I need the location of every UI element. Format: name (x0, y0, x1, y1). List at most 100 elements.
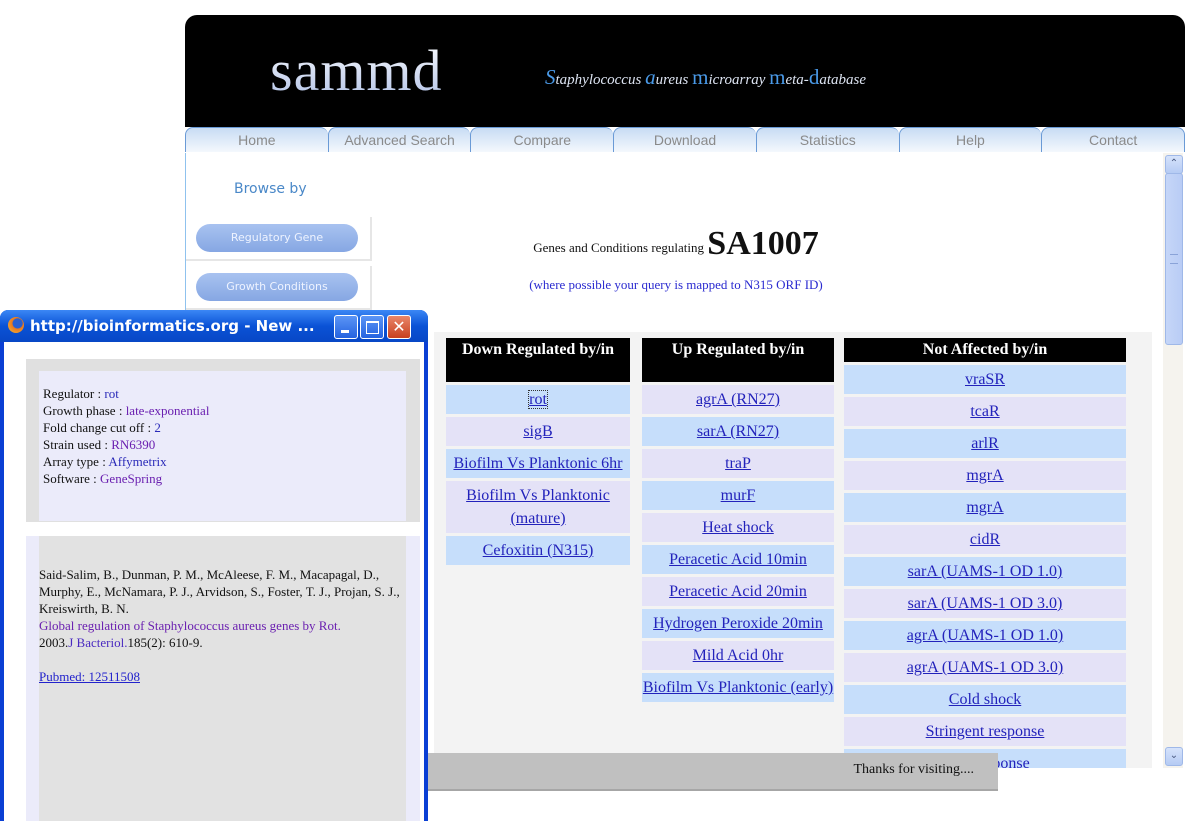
detail-fold-change: Fold change cut off : 2 (43, 419, 406, 436)
down-regulated-link[interactable]: sigB (523, 423, 552, 440)
up-regulated-link[interactable]: murF (721, 487, 756, 504)
down-regulated-link[interactable]: Biofilm Vs Planktonic (mature) (466, 487, 610, 527)
tagline-word: ureus (655, 72, 693, 88)
not-affected-link[interactable]: sarA (UAMS-1 OD 1.0) (908, 563, 1063, 580)
scroll-up-button[interactable]: ⌃ (1165, 155, 1183, 174)
not-affected-header: Not Affected by/in (844, 338, 1126, 362)
table-row: agrA (RN27) (642, 385, 834, 414)
reference-volume: 185(2): 610-9. (127, 635, 203, 650)
up-regulated-link[interactable]: traP (725, 455, 751, 472)
tab-compare[interactable]: Compare (470, 127, 614, 152)
popup-titlebar[interactable]: http://bioinformatics.org - New ... ✕ (0, 310, 428, 342)
not-affected-link[interactable]: mgrA (966, 467, 1003, 484)
close-button[interactable]: ✕ (387, 315, 411, 339)
not-affected-link[interactable]: sarA (UAMS-1 OD 3.0) (908, 595, 1063, 612)
experiment-details: Regulator : rot Growth phase : late-expo… (39, 371, 406, 521)
table-row: mgrA (844, 493, 1126, 522)
scroll-down-button[interactable]: ⌄ (1165, 747, 1183, 766)
detail-label: Array type : (43, 454, 109, 469)
pubmed-link[interactable]: Pubmed: 12511508 (39, 669, 140, 684)
not-affected-link[interactable]: Stringent response (926, 723, 1045, 740)
reference-year: 2003. (39, 635, 69, 650)
detail-strain: Strain used : RN6390 (43, 436, 406, 453)
tagline-cap: d (808, 65, 820, 89)
detail-value: 2 (154, 420, 161, 435)
minimize-button[interactable] (334, 315, 358, 339)
detail-regulator: Regulator : rot (43, 385, 406, 402)
tagline-word: eta- (785, 72, 809, 88)
detail-label: Growth phase : (43, 403, 126, 418)
detail-value: Affymetrix (108, 454, 167, 469)
up-regulated-link[interactable]: agrA (RN27) (696, 391, 780, 408)
reference-journal: J Bacteriol. (68, 635, 128, 650)
tagline-cap: m (692, 65, 709, 89)
tab-advanced-search[interactable]: Advanced Search (327, 127, 471, 152)
tab-home[interactable]: Home (185, 127, 328, 152)
not-affected-link[interactable]: mgrA (966, 499, 1003, 516)
table-row: agrA (UAMS-1 OD 3.0) (844, 653, 1126, 682)
popup-body: Regulator : rot Growth phase : late-expo… (4, 342, 424, 821)
detail-array-type: Array type : Affymetrix (43, 453, 406, 470)
detail-value: late-exponential (125, 403, 210, 418)
grip-icon (1170, 254, 1178, 264)
detail-growth-phase: Growth phase : late-exponential (43, 402, 406, 419)
not-affected-link[interactable]: cidR (970, 531, 1000, 548)
reference-authors: Said-Salim, B., Dunman, P. M., McAleese,… (39, 567, 400, 616)
up-regulated-link[interactable]: Biofilm Vs Planktonic (early) (643, 679, 833, 696)
detail-label: Fold change cut off : (43, 420, 155, 435)
down-regulated-link[interactable]: rot (528, 390, 548, 409)
content-scrollbar[interactable]: ⌃ ⌄ (1163, 153, 1183, 768)
table-row: Stringent response (844, 717, 1126, 746)
reference: Said-Salim, B., Dunman, P. M., McAleese,… (39, 536, 406, 821)
tab-contact[interactable]: Contact (1041, 127, 1186, 152)
tagline-word: taphylococcus (555, 72, 646, 88)
maximize-button[interactable] (360, 315, 384, 339)
down-regulated-link[interactable]: Biofilm Vs Planktonic 6hr (453, 455, 622, 472)
table-row: Cefoxitin (N315) (446, 536, 630, 565)
up-regulated-link[interactable]: Mild Acid 0hr (693, 647, 784, 664)
not-affected-link[interactable]: agrA (UAMS-1 OD 3.0) (907, 659, 1063, 676)
site-tagline: Staphylococcus aureus microarray meta-da… (545, 65, 866, 90)
table-row: agrA (UAMS-1 OD 1.0) (844, 621, 1126, 650)
down-regulated-link[interactable]: Cefoxitin (N315) (483, 542, 594, 559)
tab-help[interactable]: Help (898, 127, 1042, 152)
table-row: Peracetic Acid 20min (642, 577, 834, 606)
down-regulated-header: Down Regulated by/in (446, 338, 630, 382)
up-regulated-link[interactable]: Heat shock (702, 519, 774, 536)
up-regulated-column: Up Regulated by/in agrA (RN27) sarA (RN2… (642, 338, 834, 705)
table-row: sarA (UAMS-1 OD 1.0) (844, 557, 1126, 586)
not-affected-link[interactable]: arlR (971, 435, 999, 452)
detail-value: RN6390 (111, 437, 156, 452)
query-prefix: Genes and Conditions regulating (533, 240, 705, 255)
tagline-cap: a (645, 65, 656, 89)
table-row: Mild Acid 0hr (642, 641, 834, 670)
table-row: murF (642, 481, 834, 510)
scrollbar-thumb[interactable] (1165, 173, 1183, 345)
popup-window: http://bioinformatics.org - New ... ✕ Re… (0, 310, 428, 821)
up-regulated-link[interactable]: sarA (RN27) (697, 423, 779, 440)
table-row: sarA (UAMS-1 OD 3.0) (844, 589, 1126, 618)
up-regulated-link[interactable]: Hydrogen Peroxide 20min (653, 615, 823, 632)
query-heading: Genes and Conditions regulating SA1007 (186, 225, 1166, 263)
up-regulated-link[interactable]: Peracetic Acid 10min (669, 551, 807, 568)
not-affected-link[interactable]: tcaR (970, 403, 999, 420)
table-row: Cold shock (844, 685, 1126, 714)
up-regulated-link[interactable]: Peracetic Acid 20min (669, 583, 807, 600)
table-row: Biofilm Vs Planktonic 6hr (446, 449, 630, 478)
table-row: Biofilm Vs Planktonic (early) (642, 673, 834, 702)
site-logo[interactable]: sammd (270, 37, 443, 104)
table-row: traP (642, 449, 834, 478)
detail-label: Strain used : (43, 437, 112, 452)
close-icon: ✕ (392, 317, 406, 336)
tab-statistics[interactable]: Statistics (755, 127, 899, 152)
not-affected-link[interactable]: vraSR (965, 371, 1005, 388)
tab-download[interactable]: Download (613, 127, 756, 152)
not-affected-link[interactable]: agrA (UAMS-1 OD 1.0) (907, 627, 1063, 644)
reference-title: Global regulation of Staphylococcus aure… (39, 618, 341, 633)
not-affected-link[interactable]: Cold shock (949, 691, 1021, 708)
footer-text: Thanks for visiting.... (853, 762, 974, 777)
experiment-details-panel: Regulator : rot Growth phase : late-expo… (26, 359, 420, 522)
table-row: tcaR (844, 397, 1126, 426)
reference-panel: Said-Salim, B., Dunman, P. M., McAleese,… (26, 536, 420, 821)
table-row: sigB (446, 417, 630, 446)
